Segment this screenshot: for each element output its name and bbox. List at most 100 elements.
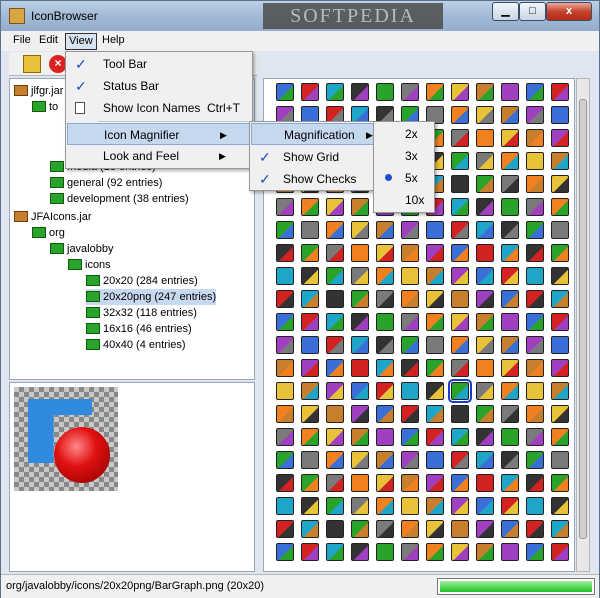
- icon-cell[interactable]: [501, 428, 519, 446]
- icon-cell[interactable]: [326, 497, 344, 515]
- icon-cell[interactable]: [426, 359, 444, 377]
- icon-cell[interactable]: [526, 451, 544, 469]
- icon-cell[interactable]: [526, 129, 544, 147]
- icon-cell[interactable]: [501, 497, 519, 515]
- tree-node[interactable]: 16x16 (46 entries): [86, 321, 192, 337]
- icon-cell[interactable]: [551, 152, 569, 170]
- icon-cell[interactable]: [551, 543, 569, 561]
- icon-cell[interactable]: [501, 290, 519, 308]
- tree-node[interactable]: javalobby: [50, 241, 113, 257]
- icon-cell[interactable]: [401, 244, 419, 262]
- icon-cell[interactable]: [376, 451, 394, 469]
- tree-node[interactable]: jlfgr.jar: [14, 83, 63, 99]
- magnification-2x[interactable]: 2x: [375, 123, 433, 145]
- icon-cell[interactable]: [451, 313, 469, 331]
- icon-cell[interactable]: [501, 129, 519, 147]
- magnification-10x[interactable]: 10x: [375, 189, 433, 211]
- icon-cell[interactable]: [401, 221, 419, 239]
- icon-cell[interactable]: [476, 83, 494, 101]
- view-menu-look-and-feel[interactable]: Look and Feel ▶: [67, 145, 251, 167]
- icon-cell[interactable]: [526, 221, 544, 239]
- icon-cell[interactable]: [301, 267, 319, 285]
- icon-cell[interactable]: [476, 244, 494, 262]
- icon-cell[interactable]: [526, 152, 544, 170]
- icon-cell[interactable]: [551, 520, 569, 538]
- icon-cell[interactable]: [426, 290, 444, 308]
- icon-cell[interactable]: [451, 359, 469, 377]
- icon-cell[interactable]: [476, 520, 494, 538]
- icon-cell[interactable]: [276, 198, 294, 216]
- icon-cell[interactable]: [401, 336, 419, 354]
- tree-node[interactable]: to: [32, 99, 58, 115]
- icon-cell[interactable]: [301, 428, 319, 446]
- icon-cell[interactable]: [551, 198, 569, 216]
- open-folder-icon[interactable]: [23, 55, 41, 73]
- tree-node[interactable]: development (38 entries): [50, 191, 189, 207]
- icon-cell[interactable]: [351, 336, 369, 354]
- icon-cell[interactable]: [351, 428, 369, 446]
- icon-cell[interactable]: [476, 290, 494, 308]
- icon-cell[interactable]: [301, 543, 319, 561]
- icon-cell[interactable]: [326, 244, 344, 262]
- icon-cell[interactable]: [276, 290, 294, 308]
- icon-cell[interactable]: [301, 290, 319, 308]
- icon-cell[interactable]: [501, 336, 519, 354]
- scrollbar-thumb[interactable]: [579, 99, 587, 539]
- icon-cell[interactable]: [351, 405, 369, 423]
- menu-file[interactable]: File: [10, 33, 34, 50]
- icon-cell[interactable]: [326, 382, 344, 400]
- view-menu-tool-bar[interactable]: ✓ Tool Bar: [67, 53, 251, 75]
- icon-cell[interactable]: [351, 267, 369, 285]
- icon-cell[interactable]: [376, 382, 394, 400]
- icon-cell[interactable]: [526, 520, 544, 538]
- icon-cell[interactable]: [351, 244, 369, 262]
- icon-cell[interactable]: [301, 244, 319, 262]
- icon-cell[interactable]: [476, 129, 494, 147]
- icon-cell[interactable]: [401, 267, 419, 285]
- icon-cell[interactable]: [351, 290, 369, 308]
- icon-cell[interactable]: [351, 497, 369, 515]
- icon-cell[interactable]: [351, 520, 369, 538]
- icon-cell[interactable]: [276, 382, 294, 400]
- icon-cell[interactable]: [526, 474, 544, 492]
- icon-cell[interactable]: [376, 474, 394, 492]
- tree-node[interactable]: 20x20 (284 entries): [86, 273, 198, 289]
- icon-cell[interactable]: [476, 313, 494, 331]
- icon-cell[interactable]: [401, 520, 419, 538]
- icon-cell[interactable]: [426, 543, 444, 561]
- icon-cell[interactable]: [526, 267, 544, 285]
- icon-cell[interactable]: [501, 152, 519, 170]
- view-menu-show-icon-names[interactable]: Show Icon Names Ctrl+T: [67, 97, 251, 119]
- view-menu-icon-magnifier[interactable]: Icon Magnifier ▶: [67, 123, 251, 145]
- icon-cell[interactable]: [351, 313, 369, 331]
- icon-cell[interactable]: [301, 359, 319, 377]
- icon-cell[interactable]: [401, 313, 419, 331]
- icon-cell[interactable]: [501, 267, 519, 285]
- icon-cell[interactable]: [326, 451, 344, 469]
- icon-cell[interactable]: [551, 290, 569, 308]
- tree-node[interactable]: general (92 entries): [50, 175, 162, 191]
- icon-cell[interactable]: [476, 382, 494, 400]
- icon-cell[interactable]: [501, 198, 519, 216]
- icon-grid-scrollbar[interactable]: [576, 78, 590, 572]
- icon-cell[interactable]: [326, 428, 344, 446]
- icon-cell[interactable]: [551, 267, 569, 285]
- icon-cell[interactable]: [501, 106, 519, 124]
- icon-cell[interactable]: [426, 382, 444, 400]
- icon-cell[interactable]: [326, 520, 344, 538]
- icon-cell[interactable]: [401, 543, 419, 561]
- icon-cell[interactable]: [551, 129, 569, 147]
- icon-cell[interactable]: [526, 359, 544, 377]
- icon-cell[interactable]: [451, 520, 469, 538]
- magnification-5x[interactable]: 5x: [375, 167, 433, 189]
- icon-cell[interactable]: [476, 428, 494, 446]
- icon-cell[interactable]: [551, 405, 569, 423]
- icon-cell[interactable]: [351, 198, 369, 216]
- icon-cell[interactable]: [401, 474, 419, 492]
- icon-cell[interactable]: [276, 244, 294, 262]
- icon-cell[interactable]: [426, 405, 444, 423]
- icon-cell[interactable]: [451, 428, 469, 446]
- icon-cell[interactable]: [526, 497, 544, 515]
- icon-cell[interactable]: [551, 244, 569, 262]
- icon-cell[interactable]: [476, 152, 494, 170]
